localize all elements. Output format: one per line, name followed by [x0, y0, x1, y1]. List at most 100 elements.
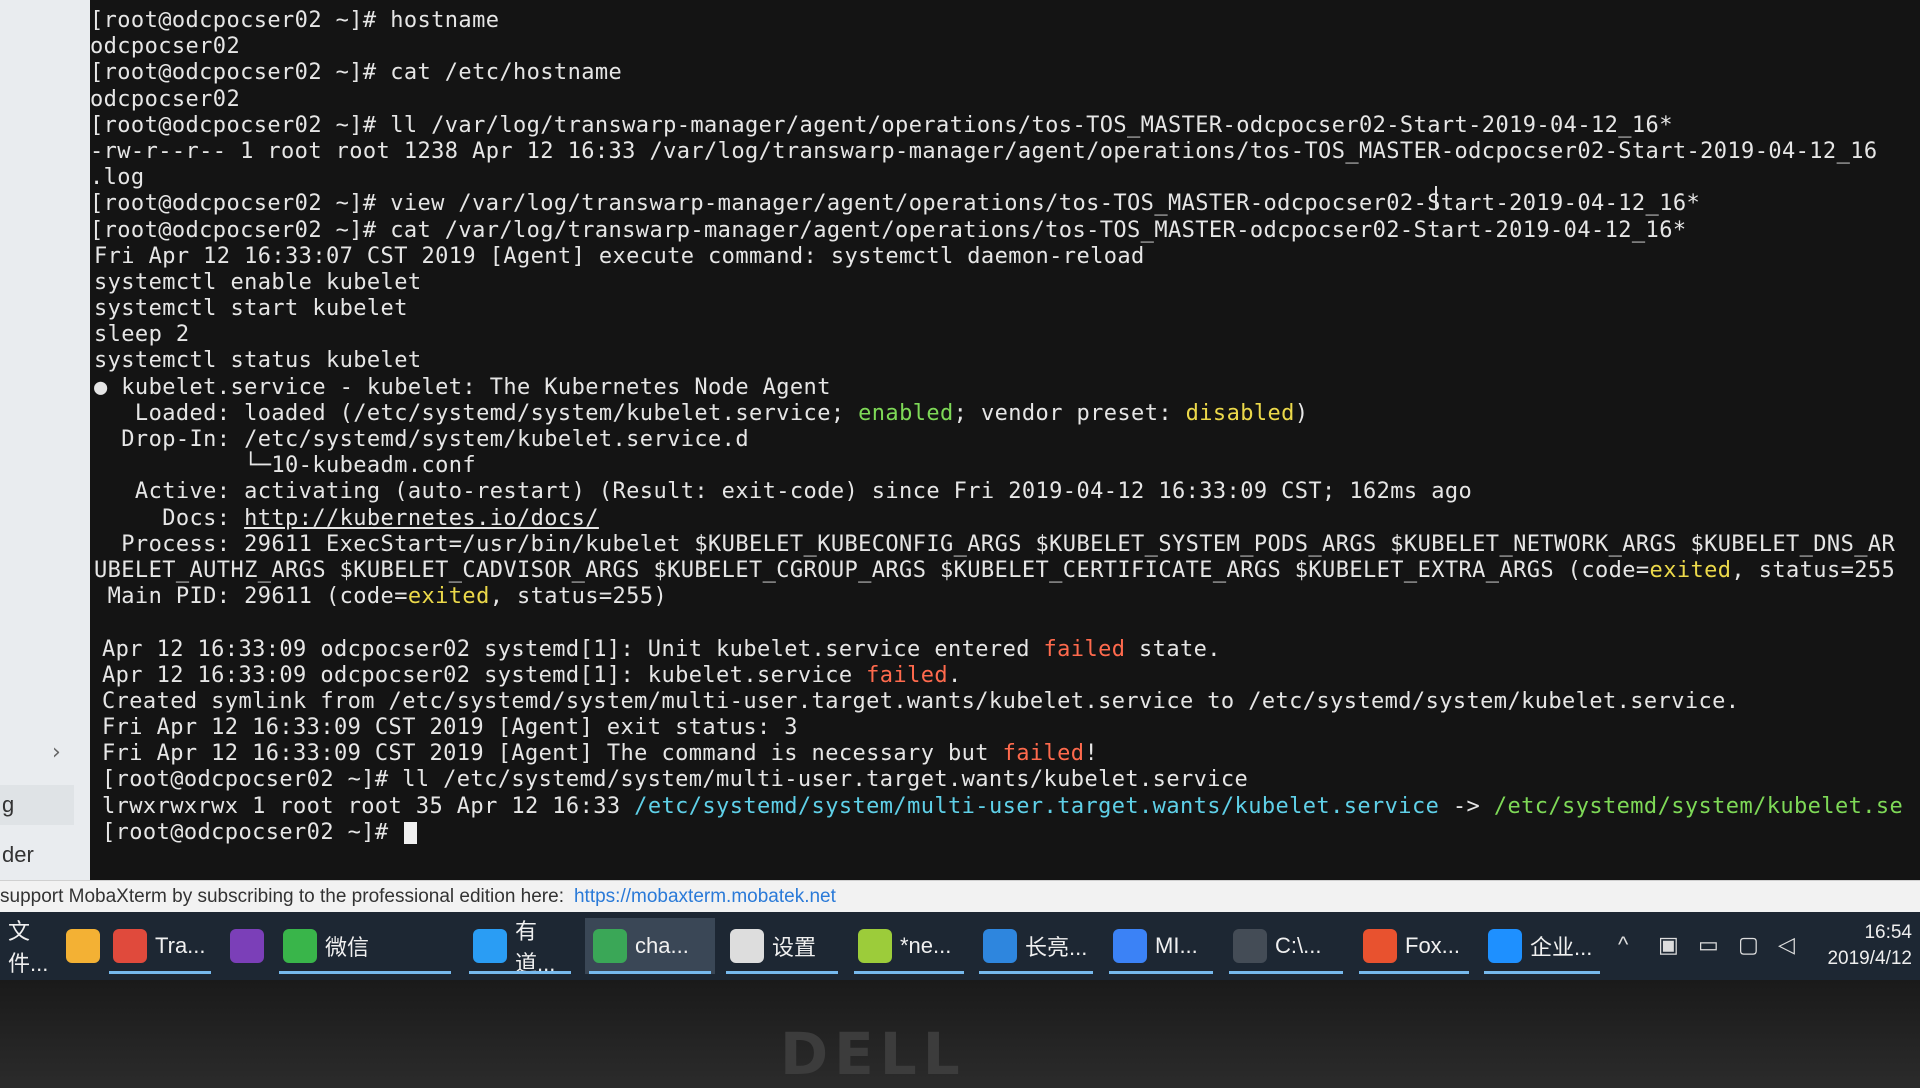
terminal-line: [root@odcpocser02 ~]# cat /etc/hostname [90, 60, 1920, 86]
taskbar-item[interactable]: 有道... [465, 918, 575, 976]
terminal-text: . [948, 662, 962, 688]
terminal-text: UBELET_AUTHZ_ARGS $KUBELET_CADVISOR_ARGS… [94, 557, 1650, 583]
terminal-text: odcpocser02 [90, 86, 241, 112]
mi-icon [1113, 929, 1147, 963]
terminal-text: , status=255 [1731, 557, 1896, 583]
taskbar-item[interactable]: 微信 [275, 918, 455, 974]
onenote-icon [230, 929, 264, 963]
cube-icon[interactable]: ▣ [1658, 932, 1679, 958]
taskbar-item-label: 有道... [515, 919, 556, 976]
terminal-text: -rw-r--r-- 1 root root 1238 Apr 12 16:33… [90, 138, 1878, 164]
taskbar-item-label: 设置 [772, 935, 817, 960]
terminal-line: Fri Apr 12 16:33:09 CST 2019 [Agent] exi… [90, 715, 1920, 741]
terminal-text: failed [1002, 741, 1085, 767]
terminal-text: failed [866, 662, 949, 688]
network-icon[interactable]: ▢ [1738, 932, 1759, 958]
taskbar-item-label: *ne... [900, 933, 952, 958]
taskbar-item[interactable]: 企业... [1480, 918, 1604, 974]
terminal-text: [root@odcpocser02 ~]# hostname [90, 8, 500, 33]
taskbar-item[interactable]: Tra... [105, 918, 215, 974]
taskbar-item[interactable]: 长亮... [975, 918, 1097, 974]
terminal-text: [root@odcpocser02 ~]# ll /var/log/transw… [90, 112, 1673, 138]
terminal-text: sleep 2 [94, 322, 190, 348]
terminal-text: Active: activating (auto-restart) (Resul… [94, 479, 1473, 505]
terminal-text: state. [1125, 636, 1221, 662]
taskbar-item-label: MI... [1155, 933, 1198, 958]
taskbar-running-indicator [1229, 971, 1343, 974]
text-cursor-ibeam-icon [1435, 186, 1437, 208]
terminal-text: systemctl start kubelet [94, 296, 408, 322]
terminal-text: enabled [858, 400, 954, 426]
terminal-line: -rw-r--r-- 1 root root 1238 Apr 12 16:33… [90, 139, 1920, 165]
terminal-text: disabled [1185, 400, 1295, 426]
sidebar-tab-g[interactable]: g [0, 785, 74, 825]
terminal-text: Fri Apr 12 16:33:09 CST 2019 [Agent] exi… [102, 715, 798, 741]
terminal-line: ● kubelet.service - kubelet: The Kuberne… [90, 375, 1920, 401]
terminal-text: [root@odcpocser02 ~]# cat /var/log/trans… [90, 217, 1687, 243]
taskbar-running-indicator [1484, 971, 1600, 974]
chevron-up-icon[interactable]: ^ [1618, 932, 1628, 958]
status-text: support MobaXterm by subscribing to the … [0, 886, 564, 907]
status-link[interactable]: https://mobaxterm.mobatek.net [574, 886, 836, 907]
app-icon [983, 929, 1017, 963]
terminal-line: lrwxrwxrwx 1 root root 35 Apr 12 16:33 /… [90, 794, 1920, 820]
wechat-icon [283, 929, 317, 963]
terminal-line: Created symlink from /etc/systemd/system… [90, 689, 1920, 715]
taskbar-item-label: 文件... [8, 919, 49, 976]
chrome-icon [113, 929, 147, 963]
battery-icon[interactable]: ▭ [1698, 932, 1719, 958]
terminal-line: Drop-In: /etc/systemd/system/kubelet.ser… [90, 427, 1920, 453]
terminal-line: systemctl start kubelet [90, 296, 1920, 322]
taskbar-running-indicator [589, 971, 711, 974]
taskbar-running-indicator [1359, 971, 1469, 974]
taskbar-item[interactable]: 文件... [0, 918, 48, 976]
taskbar-item[interactable]: 设置 [722, 918, 842, 974]
volume-icon[interactable]: ◁ [1778, 932, 1795, 958]
taskbar-running-indicator [1109, 971, 1213, 974]
taskbar-item[interactable]: Fox... [1355, 918, 1473, 974]
terminal-cursor [404, 821, 418, 844]
terminal-line: Fri Apr 12 16:33:07 CST 2019 [Agent] exe… [90, 244, 1920, 270]
terminal-text: ; vendor preset: [953, 400, 1186, 426]
taskbar-item-label: 企业... [1530, 935, 1593, 960]
docs-link[interactable]: http://kubernetes.io/docs/ [244, 506, 599, 531]
taskbar-item[interactable]: C:\... [1225, 918, 1347, 974]
foxit-icon [1363, 929, 1397, 963]
terminal-line: [root@odcpocser02 ~]# ll /etc/systemd/sy… [90, 767, 1920, 793]
taskbar-item-label: C:\... [1275, 933, 1322, 958]
taskbar-item-label: Tra... [155, 933, 206, 958]
terminal-line: Loaded: loaded (/etc/systemd/system/kube… [90, 401, 1920, 427]
taskbar-item-label: cha... [635, 933, 689, 958]
terminal-text: failed [1043, 636, 1126, 662]
clock[interactable]: 16:54 2019/4/12 [1827, 920, 1912, 972]
taskbar-item[interactable]: MI... [1105, 918, 1217, 974]
youdao-icon [473, 929, 507, 963]
terminal-line: Docs: http://kubernetes.io/docs/ [90, 506, 1920, 532]
chevron-right-icon[interactable]: › [52, 740, 61, 765]
terminal-line: Process: 29611 ExecStart=/usr/bin/kubele… [90, 532, 1920, 558]
terminal-line: [root@odcpocser02 ~]# view /var/log/tran… [90, 191, 1920, 217]
chart-app-icon [593, 929, 627, 963]
taskbar-item[interactable]: cha... [585, 918, 715, 974]
taskbar-running-indicator [726, 971, 838, 974]
terminal-line: Active: activating (auto-restart) (Resul… [90, 479, 1920, 505]
taskbar-item[interactable]: *ne... [850, 918, 968, 974]
terminal-text: Created symlink from /etc/systemd/system… [102, 688, 1740, 714]
terminal-line: [root@odcpocser02 ~]# [90, 820, 1920, 846]
terminal-text: , status=255) [489, 584, 668, 610]
taskbar-item[interactable] [222, 918, 270, 974]
taskbar-running-indicator [109, 971, 211, 974]
terminal-text: -> [1439, 793, 1494, 819]
terminal-output: [root@odcpocser02 ~]# hostname odcpocser0… [90, 8, 1920, 846]
taskbar-running-indicator [469, 971, 571, 974]
taskbar-running-indicator [279, 971, 451, 974]
terminal-text: Apr 12 16:33:09 odcpocser02 systemd[1]: … [102, 662, 867, 688]
terminal-window[interactable]: [root@odcpocser02 ~]# hostname odcpocser0… [90, 0, 1920, 880]
taskbar-item[interactable] [58, 918, 102, 974]
terminal-text: /etc/systemd/system/multi-user.target.wa… [634, 793, 1440, 819]
terminal-text: .log [90, 165, 145, 191]
enterprise-icon [1488, 929, 1522, 963]
terminal-text: Docs: [94, 505, 245, 531]
sidebar-tab-der[interactable]: der [0, 842, 34, 868]
